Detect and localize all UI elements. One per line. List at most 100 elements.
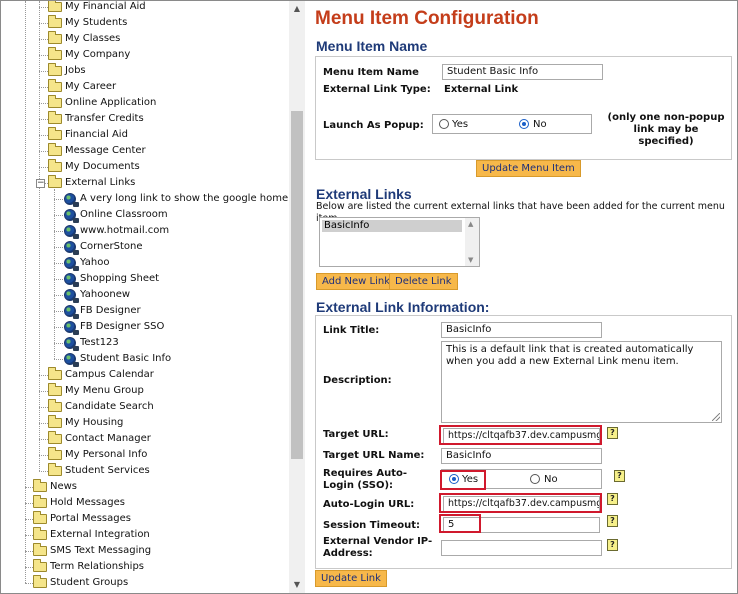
tree-item-my-financial-aid[interactable]: My Financial Aid — [1, 1, 289, 15]
tree-item-label: A very long link to show the google home… — [80, 193, 289, 204]
auto-login-help-icon[interactable]: ? — [614, 470, 625, 482]
delete-link-button[interactable]: Delete Link — [389, 273, 458, 290]
listbox-down-arrow-icon[interactable]: ▼ — [468, 256, 473, 264]
auto-login-no-label: No — [544, 474, 558, 485]
menu-item-name-box: Menu Item Name Student Basic Info Extern… — [315, 56, 732, 160]
folder-icon — [48, 15, 62, 28]
tree-item-my-documents[interactable]: My Documents — [1, 159, 289, 175]
collapse-minus-icon[interactable]: − — [36, 179, 45, 188]
tree-item-portal-messages[interactable]: Portal Messages — [1, 511, 289, 527]
tree-item-message-center[interactable]: Message Center — [1, 143, 289, 159]
tree-item-sms-text-messaging[interactable]: SMS Text Messaging — [1, 543, 289, 559]
tree-item-student-services[interactable]: Student Services — [1, 463, 289, 479]
target-url-help-icon[interactable]: ? — [607, 427, 618, 439]
tree-item-student-basic-info[interactable]: Student Basic Info — [1, 351, 289, 367]
tree-item-candidate-search[interactable]: Candidate Search — [1, 399, 289, 415]
tree-item-a-very-long-link-to-show-the-google-home-page[interactable]: A very long link to show the google home… — [1, 191, 289, 207]
tree-item-label: Test123 — [80, 337, 119, 348]
scroll-down-arrow-icon[interactable]: ▼ — [289, 577, 305, 593]
link-title-input[interactable]: BasicInfo — [441, 322, 602, 338]
folder-icon — [33, 559, 47, 572]
description-textarea[interactable]: This is a default link that is created a… — [441, 341, 722, 423]
auto-login-url-help-icon[interactable]: ? — [607, 493, 618, 505]
tree-item-yahoonew[interactable]: Yahoonew — [1, 287, 289, 303]
tree-item-label: Term Relationships — [50, 561, 145, 572]
folder-icon — [48, 431, 62, 444]
listbox-up-arrow-icon[interactable]: ▲ — [468, 220, 473, 228]
tree-item-label: My Classes — [65, 33, 121, 44]
tree-item-my-housing[interactable]: My Housing — [1, 415, 289, 431]
vendor-ip-label: External Vendor IP-Address: — [323, 536, 433, 559]
globe-link-icon — [64, 337, 79, 351]
tree-item-yahoo[interactable]: Yahoo — [1, 255, 289, 271]
tree-item-hold-messages[interactable]: Hold Messages — [1, 495, 289, 511]
folder-icon — [48, 31, 62, 44]
tree-item-external-integration[interactable]: External Integration — [1, 527, 289, 543]
listbox-scrollbar[interactable]: ▲ ▼ — [465, 218, 479, 266]
folder-icon — [33, 495, 47, 508]
tree-item-label: Yahoo — [80, 257, 110, 268]
tree-item-student-groups[interactable]: Student Groups — [1, 575, 289, 591]
update-link-button[interactable]: Update Link — [315, 570, 387, 587]
tree-item-label: Contact Manager — [65, 433, 151, 444]
session-timeout-highlight — [439, 514, 481, 533]
external-links-listbox[interactable]: BasicInfo ▲ ▼ — [319, 217, 480, 267]
tree-item-label: Student Basic Info — [80, 353, 172, 364]
tree-item-my-company[interactable]: My Company — [1, 47, 289, 63]
tree-item-online-classroom[interactable]: Online Classroom — [1, 207, 289, 223]
resize-grip-icon[interactable] — [712, 413, 720, 421]
auto-login-no-radio[interactable] — [530, 474, 540, 484]
tree-item-contact-manager[interactable]: Contact Manager — [1, 431, 289, 447]
target-url-name-input[interactable]: BasicInfo — [441, 448, 602, 464]
tree-item-my-career[interactable]: My Career — [1, 79, 289, 95]
scroll-thumb[interactable] — [291, 111, 303, 459]
vendor-ip-help-icon[interactable]: ? — [607, 539, 618, 551]
add-new-link-button[interactable]: Add New Link — [316, 273, 397, 290]
tree-item-external-links[interactable]: − External Links — [1, 175, 289, 191]
auto-login-yes-highlight — [440, 470, 486, 490]
tree-item-financial-aid[interactable]: Financial Aid — [1, 127, 289, 143]
tree-item-www-hotmail-com[interactable]: www.hotmail.com — [1, 223, 289, 239]
tree-item-label: External Links — [65, 177, 136, 188]
menu-item-name-input[interactable]: Student Basic Info — [442, 64, 603, 80]
popup-no-radio[interactable] — [519, 119, 529, 129]
target-url-name-label: Target URL Name: — [323, 450, 425, 461]
tree-item-fb-designer[interactable]: FB Designer — [1, 303, 289, 319]
session-timeout-help-icon[interactable]: ? — [607, 515, 618, 527]
tree-item-my-personal-info[interactable]: My Personal Info — [1, 447, 289, 463]
tree-item-online-application[interactable]: Online Application — [1, 95, 289, 111]
vendor-ip-input[interactable] — [441, 540, 602, 556]
update-menu-item-button[interactable]: Update Menu Item — [476, 160, 581, 177]
popup-no-label: No — [533, 119, 547, 130]
tree-item-my-students[interactable]: My Students — [1, 15, 289, 31]
tree-scrollbar[interactable]: ▲ ▼ — [289, 1, 305, 593]
external-link-list-item[interactable]: BasicInfo — [322, 220, 462, 232]
menu-tree[interactable]: My Financial Aid My Students My Classes My … — [1, 1, 289, 593]
tree-item-jobs[interactable]: Jobs — [1, 63, 289, 79]
auto-login-label: Requires Auto-Login (SSO): — [323, 468, 407, 491]
tree-item-campus-calendar[interactable]: Campus Calendar — [1, 367, 289, 383]
tree-item-my-menu-group[interactable]: My Menu Group — [1, 383, 289, 399]
folder-icon — [33, 575, 47, 588]
tree-item-label: My Personal Info — [65, 449, 148, 460]
tree-item-test123[interactable]: Test123 — [1, 335, 289, 351]
globe-link-icon — [64, 209, 79, 223]
scroll-up-arrow-icon[interactable]: ▲ — [289, 1, 305, 17]
globe-link-icon — [64, 353, 79, 367]
tree-item-my-classes[interactable]: My Classes — [1, 31, 289, 47]
folder-icon — [33, 543, 47, 556]
tree-item-transfer-credits[interactable]: Transfer Credits — [1, 111, 289, 127]
globe-link-icon — [64, 193, 79, 207]
tree-item-cornerstone[interactable]: CornerStone — [1, 239, 289, 255]
tree-item-news[interactable]: News — [1, 479, 289, 495]
tree-item-label: FB Designer — [80, 305, 141, 316]
tree-item-label: www.hotmail.com — [80, 225, 170, 236]
tree-item-label: SMS Text Messaging — [50, 545, 152, 556]
menu-item-name-label: Menu Item Name — [323, 67, 419, 78]
popup-yes-label: Yes — [452, 119, 469, 130]
tree-item-shopping-sheet[interactable]: Shopping Sheet — [1, 271, 289, 287]
popup-yes-radio[interactable] — [439, 119, 449, 129]
tree-item-label: Online Classroom — [80, 209, 168, 220]
tree-item-fb-designer-sso[interactable]: FB Designer SSO — [1, 319, 289, 335]
tree-item-term-relationships[interactable]: Term Relationships — [1, 559, 289, 575]
